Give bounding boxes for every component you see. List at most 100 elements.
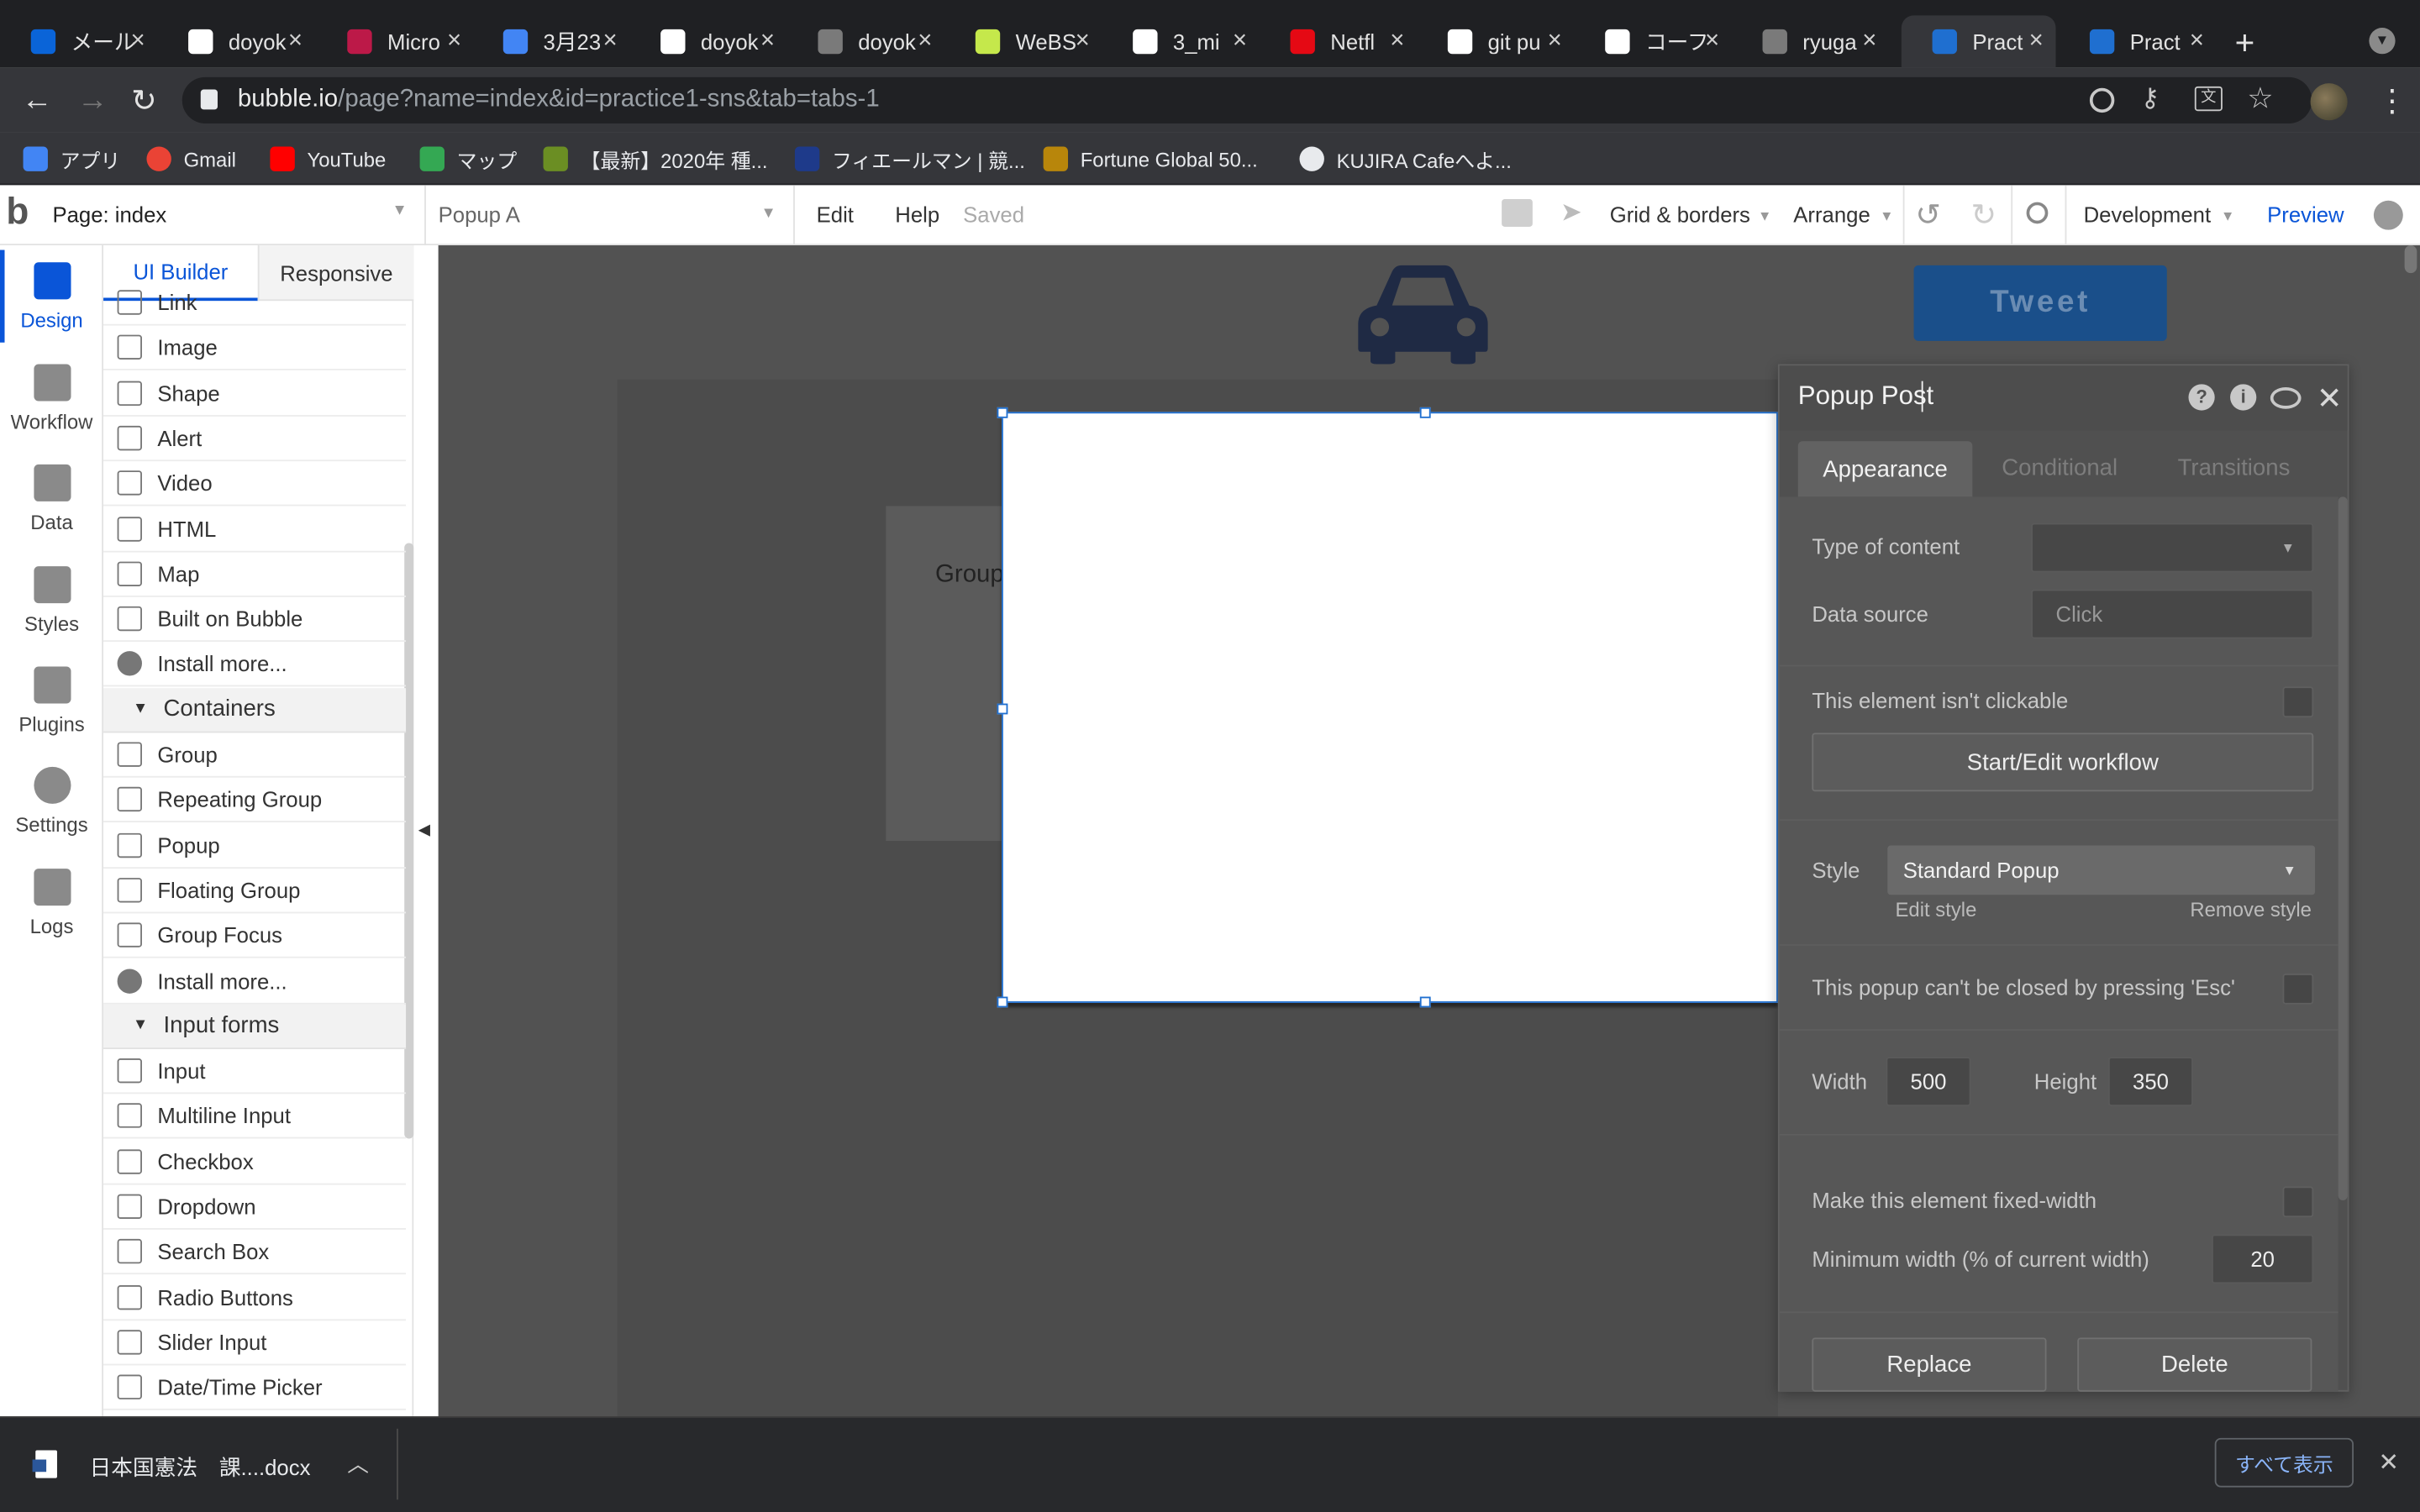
palette-item[interactable]: Built on Bubble xyxy=(103,597,407,643)
close-icon[interactable]: × xyxy=(2029,28,2044,55)
rail-item-design[interactable]: Design xyxy=(0,262,103,332)
palette-item[interactable]: Slider Input xyxy=(103,1320,407,1366)
remove-style-link[interactable]: Remove style xyxy=(2190,898,2312,921)
tab-transitions[interactable]: Transitions xyxy=(2178,455,2291,481)
collapse-handle-icon[interactable]: ◀ xyxy=(418,822,430,839)
version-selector[interactable]: Development xyxy=(2084,202,2212,227)
popup-post-element[interactable] xyxy=(1002,412,1778,1003)
close-icon[interactable]: × xyxy=(1233,28,1247,55)
undo-icon[interactable]: ↺ xyxy=(1915,196,1941,234)
palette-item[interactable]: Checkbox xyxy=(103,1140,407,1185)
rail-item-logs[interactable]: Logs xyxy=(0,869,103,938)
palette-item[interactable]: Video xyxy=(103,462,407,507)
browser-tab[interactable]: doyok × xyxy=(629,15,786,67)
info-icon[interactable]: i xyxy=(2230,384,2257,411)
property-scrollbar[interactable] xyxy=(2338,496,2348,1200)
tab-conditional[interactable]: Conditional xyxy=(2002,455,2118,481)
browser-tab[interactable]: git pu × xyxy=(1417,15,1574,67)
gift-icon[interactable] xyxy=(1502,198,1533,227)
close-icon[interactable]: × xyxy=(603,28,618,55)
download-filename[interactable]: 日本国憲法 課....docx xyxy=(90,1452,311,1483)
type-of-content-dropdown[interactable] xyxy=(2031,522,2314,573)
close-icon[interactable]: × xyxy=(760,28,775,55)
new-tab-button[interactable]: + xyxy=(2235,24,2255,64)
close-icon[interactable]: × xyxy=(1390,28,1404,55)
close-icon[interactable]: × xyxy=(1862,28,1876,55)
browser-tab[interactable]: Netfl × xyxy=(1260,15,1417,67)
palette-item[interactable]: Popup xyxy=(103,823,407,869)
browser-tab[interactable]: doyok × xyxy=(157,15,314,67)
resize-handle[interactable] xyxy=(1419,996,1431,1008)
edit-menu[interactable]: Edit xyxy=(817,202,854,227)
min-width-input[interactable]: 20 xyxy=(2212,1234,2314,1284)
section-containers[interactable]: ▼ Containers xyxy=(103,687,407,732)
browser-tab[interactable]: コーフ × xyxy=(1574,15,1731,67)
palette-item[interactable]: Radio Buttons xyxy=(103,1275,407,1320)
close-icon[interactable]: × xyxy=(2190,28,2204,55)
close-icon[interactable]: × xyxy=(1076,28,1090,55)
search-icon[interactable] xyxy=(2026,202,2049,224)
close-icon[interactable]: × xyxy=(918,28,932,55)
palette-item[interactable]: Image xyxy=(103,326,407,371)
resize-handle[interactable] xyxy=(997,996,1008,1008)
blocked-icon[interactable] xyxy=(2089,87,2115,113)
replace-button[interactable]: Replace xyxy=(1812,1337,2047,1392)
close-icon[interactable]: × xyxy=(130,28,145,55)
browser-tab[interactable]: ryuga × xyxy=(1732,15,1889,67)
palette-item[interactable]: Repeating Group xyxy=(103,778,407,823)
resize-handle[interactable] xyxy=(997,703,1008,715)
resize-handle[interactable] xyxy=(1419,407,1431,418)
translate-icon[interactable]: 文 xyxy=(2194,86,2223,112)
bookmark-item[interactable]: アプリ xyxy=(23,145,120,173)
browser-tab[interactable]: 3月23 × xyxy=(472,15,629,67)
browser-tab[interactable]: doyok × xyxy=(787,15,944,67)
arrange-menu[interactable]: Arrange xyxy=(1793,202,1870,227)
bookmark-item[interactable]: KUJIRA Cafeへよ... xyxy=(1299,145,1512,173)
palette-item[interactable]: Date/Time Picker xyxy=(103,1366,407,1411)
rail-item-data[interactable]: Data xyxy=(0,464,103,534)
chevron-up-icon[interactable]: ︿ xyxy=(347,1449,369,1480)
esc-close-checkbox[interactable] xyxy=(2282,973,2314,1005)
page-selector[interactable]: Page: index xyxy=(52,202,166,227)
bookmark-item[interactable]: 【最新】2020年 種... xyxy=(543,145,768,173)
palette-item[interactable]: Install more... xyxy=(103,959,407,1004)
close-downloads-icon[interactable]: ✕ xyxy=(2378,1447,2399,1478)
height-input[interactable]: 350 xyxy=(2107,1057,2193,1106)
tweet-button[interactable]: Tweet xyxy=(1913,265,2167,341)
grid-borders-menu[interactable]: Grid & borders xyxy=(1610,202,1750,227)
palette-item[interactable]: Group xyxy=(103,732,407,778)
palette-item[interactable]: Link xyxy=(103,281,407,326)
bubble-logo-icon[interactable]: b xyxy=(6,192,29,234)
palette-item[interactable]: Multiline Input xyxy=(103,1095,407,1140)
browser-tab[interactable]: 3_mi × xyxy=(1102,15,1259,67)
help-icon[interactable]: ? xyxy=(2188,384,2215,411)
browser-tab[interactable]: Micro × xyxy=(317,15,474,67)
bookmark-item[interactable]: マップ xyxy=(419,145,517,173)
palette-item[interactable]: Dropdown xyxy=(103,1185,407,1230)
canvas-scrollbar[interactable] xyxy=(2404,245,2417,274)
section-input-forms[interactable]: ▼ Input forms xyxy=(103,1004,407,1049)
palette-item[interactable]: Input xyxy=(103,1049,407,1095)
rail-item-styles[interactable]: Styles xyxy=(0,566,103,636)
not-clickable-checkbox[interactable] xyxy=(2282,686,2314,718)
palette-item[interactable]: Group Focus xyxy=(103,914,407,958)
palette-item[interactable]: Floating Group xyxy=(103,869,407,914)
show-all-downloads-button[interactable]: すべて表示 xyxy=(2214,1437,2354,1488)
rail-item-settings[interactable]: Settings xyxy=(0,766,103,837)
rail-item-plugins[interactable]: Plugins xyxy=(0,666,103,736)
user-icon[interactable] xyxy=(2373,200,2403,230)
tab-appearance[interactable]: Appearance xyxy=(1797,441,1973,497)
comment-icon[interactable] xyxy=(2270,387,2302,409)
fixed-width-checkbox[interactable] xyxy=(2282,1186,2314,1218)
cursor-icon[interactable]: ➤ xyxy=(1560,197,1582,228)
data-source-input[interactable]: Click xyxy=(2031,589,2314,639)
preview-link[interactable]: Preview xyxy=(2267,202,2344,227)
close-icon[interactable]: × xyxy=(288,28,302,55)
help-menu[interactable]: Help xyxy=(895,202,939,227)
close-icon[interactable]: ✕ xyxy=(2317,380,2343,418)
bookmark-item[interactable]: YouTube xyxy=(270,145,386,173)
browser-tab[interactable]: WeBS × xyxy=(944,15,1102,67)
rail-item-workflow[interactable]: Workflow xyxy=(0,364,103,433)
edit-style-link[interactable]: Edit style xyxy=(1896,898,1977,921)
menu-icon[interactable]: ⋮ xyxy=(2377,81,2408,120)
